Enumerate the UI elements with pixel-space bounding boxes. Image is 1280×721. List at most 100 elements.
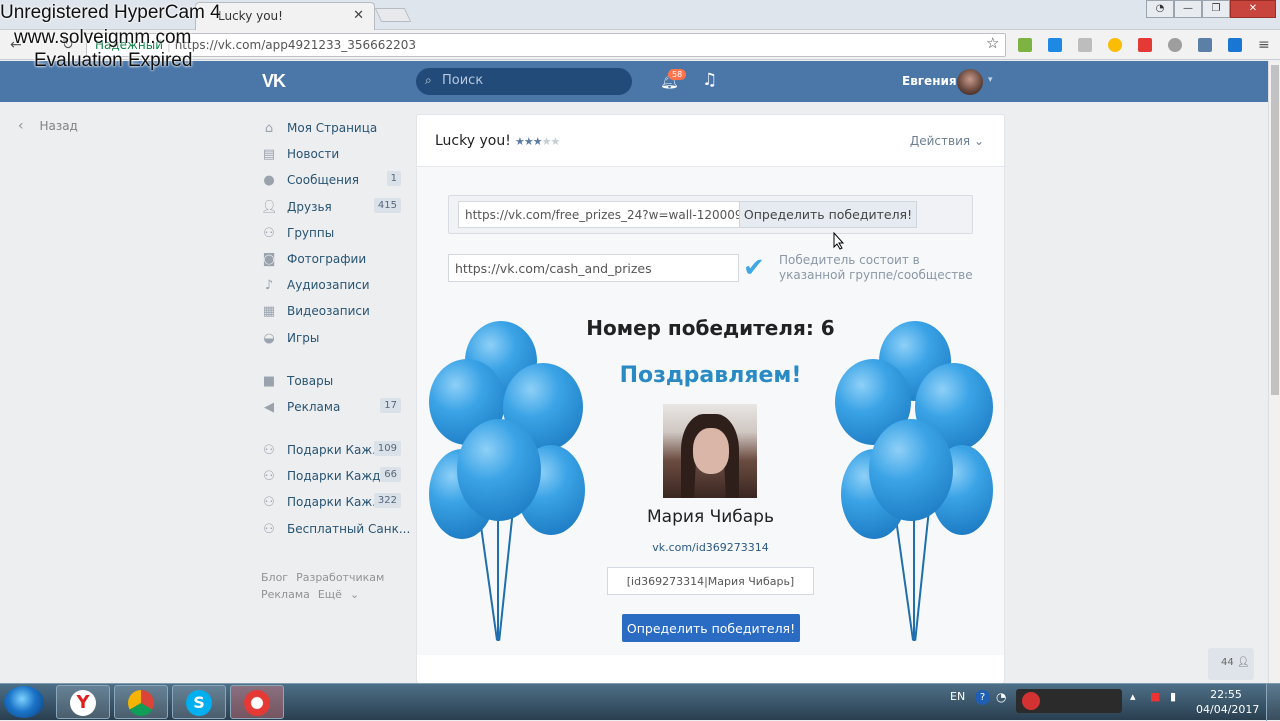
- new-tab-button[interactable]: [374, 8, 412, 22]
- determine-winner-button[interactable]: Определить победителя!: [739, 201, 917, 228]
- gamepad-icon: ◒: [263, 330, 275, 346]
- footer-link-more[interactable]: Ещё: [318, 588, 342, 601]
- download-extension-icon[interactable]: [1018, 38, 1032, 52]
- search-placeholder: Поиск: [442, 73, 484, 88]
- actions-label: Действия: [909, 134, 971, 148]
- page-scrollbar[interactable]: [1268, 61, 1280, 683]
- minimize-icon[interactable]: —: [1174, 0, 1202, 18]
- sidebar-count: 17: [380, 397, 401, 413]
- search-extension-icon[interactable]: [1078, 38, 1092, 52]
- sidebar-item-label: Видеозаписи: [287, 304, 370, 319]
- sidebar-item-group-1[interactable]: ⚇ Подарки Каж... 109: [261, 440, 405, 466]
- watermark-line-1: Unregistered HyperCam 4: [0, 2, 221, 23]
- show-desktop-button[interactable]: [1266, 684, 1280, 721]
- vk-logo[interactable]: VK: [262, 71, 286, 92]
- play-extension-icon[interactable]: [1108, 38, 1122, 52]
- group-url-input[interactable]: https://vk.com/cash_and_prizes: [448, 254, 739, 282]
- maximize-icon[interactable]: ❐: [1202, 0, 1230, 18]
- user-icon[interactable]: ◔: [1146, 0, 1174, 18]
- sidebar-item-friends[interactable]: 👤︎ Друзья 415: [261, 197, 405, 223]
- online-friends-widget[interactable]: 44 👤︎: [1208, 648, 1254, 680]
- app-panel: Lucky you! ★★★★★ Действия ⌄ https://vk.c…: [417, 115, 1004, 683]
- home-icon: ⌂: [264, 121, 274, 136]
- footer-link-ads[interactable]: Реклама: [261, 588, 310, 601]
- sidebar-item-label: Подарки Каж...: [287, 495, 384, 510]
- footer-link-blog[interactable]: Блог: [261, 571, 288, 584]
- sidebar-item-group-4[interactable]: ⚇ Бесплатный Санк...: [261, 519, 410, 545]
- sidebar-item-label: Фотографии: [287, 251, 367, 266]
- back-label: Назад: [39, 119, 78, 133]
- determine-winner-primary-button[interactable]: Определить победителя!: [622, 614, 800, 642]
- news-icon: ▤: [262, 147, 276, 163]
- search-input[interactable]: ⌕ Поиск: [416, 68, 632, 95]
- cart-extension-icon[interactable]: [1048, 38, 1062, 52]
- sidebar-count: 322: [373, 493, 401, 509]
- sidebar-item-label: Бесплатный Санк...: [287, 521, 411, 536]
- settings-extension-icon[interactable]: [1168, 38, 1182, 52]
- clock-tray-icon[interactable]: ◔: [996, 690, 1006, 704]
- taskbar-chrome[interactable]: [114, 685, 168, 719]
- clock-time: 22:55: [1210, 688, 1242, 701]
- sidebar-item-audio[interactable]: ♪ Аудиозаписи: [261, 275, 405, 301]
- sidebar-item-messages[interactable]: ● Сообщения 1: [261, 170, 405, 196]
- sidebar-item-label: Новости: [287, 147, 340, 162]
- tab-lucky-you[interactable]: Lucky you! ✕: [195, 2, 375, 30]
- start-button[interactable]: [4, 686, 44, 718]
- photo-face: [693, 428, 729, 474]
- sidebar-count: 415: [373, 197, 401, 213]
- chevron-down-icon[interactable]: ▾: [988, 75, 993, 85]
- tray-language[interactable]: EN: [950, 690, 965, 703]
- winner-photo[interactable]: [663, 404, 757, 498]
- back-link[interactable]: ‹ Назад: [18, 118, 78, 134]
- help-icon[interactable]: ?: [975, 690, 990, 705]
- checkmark-icon[interactable]: ✔: [743, 253, 765, 283]
- sidebar-item-video[interactable]: ▦ Видеозаписи: [261, 301, 405, 327]
- tab-title: Lucky you!: [218, 9, 283, 23]
- sidebar-item-my-page[interactable]: ⌂ Моя Страница: [261, 118, 405, 144]
- sidebar-item-games[interactable]: ◒ Игры: [261, 328, 405, 354]
- close-tab-icon[interactable]: ✕: [353, 8, 364, 23]
- avatar[interactable]: [957, 69, 983, 95]
- group-icon: ⚇: [263, 521, 275, 537]
- groups-icon: ⚇: [263, 225, 275, 241]
- video-icon: ▦: [262, 304, 276, 320]
- window-controls: ◔ — ❐ ✕: [1146, 0, 1276, 18]
- sidebar-item-group-3[interactable]: ⚇ Подарки Каж... 322: [261, 492, 405, 518]
- group-icon: ⚇: [263, 443, 275, 459]
- translate-extension-icon[interactable]: [1228, 38, 1242, 52]
- taskbar-skype[interactable]: S: [172, 685, 226, 719]
- close-window-icon[interactable]: ✕: [1230, 0, 1276, 18]
- show-hidden-icons[interactable]: ▴: [1130, 690, 1136, 703]
- music-icon[interactable]: ♫: [702, 70, 717, 90]
- taskbar-hypercam[interactable]: [230, 685, 284, 719]
- footer-link-developers[interactable]: Разработчикам: [296, 571, 384, 584]
- bag-icon: ■: [262, 373, 276, 389]
- sidebar-item-groups[interactable]: ⚇ Группы: [261, 223, 405, 249]
- security-tray-icon[interactable]: ■: [1150, 690, 1160, 703]
- watermark-line-3: Evaluation Expired: [34, 50, 193, 71]
- sidebar-item-label: Сообщения: [287, 173, 360, 188]
- sidebar-item-goods[interactable]: ■ Товары: [261, 371, 405, 397]
- winner-profile-link[interactable]: vk.com/id369273314: [417, 541, 1004, 554]
- watermark-line-2: www.solveigmm.com: [14, 27, 192, 48]
- flag-extension-icon[interactable]: [1138, 38, 1152, 52]
- taskbar-yandex-browser[interactable]: Y: [56, 685, 110, 719]
- winner-mention-field[interactable]: [id369273314|Мария Чибарь]: [607, 567, 814, 595]
- sidebar-item-news[interactable]: ▤ Новости: [261, 144, 405, 170]
- menu-icon[interactable]: ≡: [1258, 37, 1270, 53]
- user-name[interactable]: Евгения: [902, 74, 957, 88]
- bookmark-star-icon[interactable]: ☆: [986, 34, 999, 52]
- sidebar-item-ads[interactable]: ◀ Реклама 17: [261, 397, 405, 423]
- url-field[interactable]: Надежный | https://vk.com/app4921233_356…: [86, 33, 1006, 57]
- vk-extension-icon[interactable]: [1198, 38, 1212, 52]
- pause-record-icon[interactable]: [1022, 692, 1040, 710]
- scrollbar-thumb[interactable]: [1271, 65, 1279, 395]
- sidebar-item-group-2[interactable]: ⚇ Подарки Кажд... 66: [261, 466, 405, 492]
- sidebar-item-label: Подарки Кажд...: [287, 469, 392, 484]
- actions-menu[interactable]: Действия ⌄: [910, 134, 984, 148]
- system-clock[interactable]: 22:55 04/04/2017: [1196, 687, 1259, 717]
- post-url-input[interactable]: https://vk.com/free_prizes_24?w=wall-120…: [458, 201, 740, 228]
- sidebar-count: 1: [386, 171, 401, 187]
- sidebar-item-photos[interactable]: ◙ Фотографии: [261, 249, 405, 275]
- network-icon[interactable]: ▮: [1170, 690, 1176, 703]
